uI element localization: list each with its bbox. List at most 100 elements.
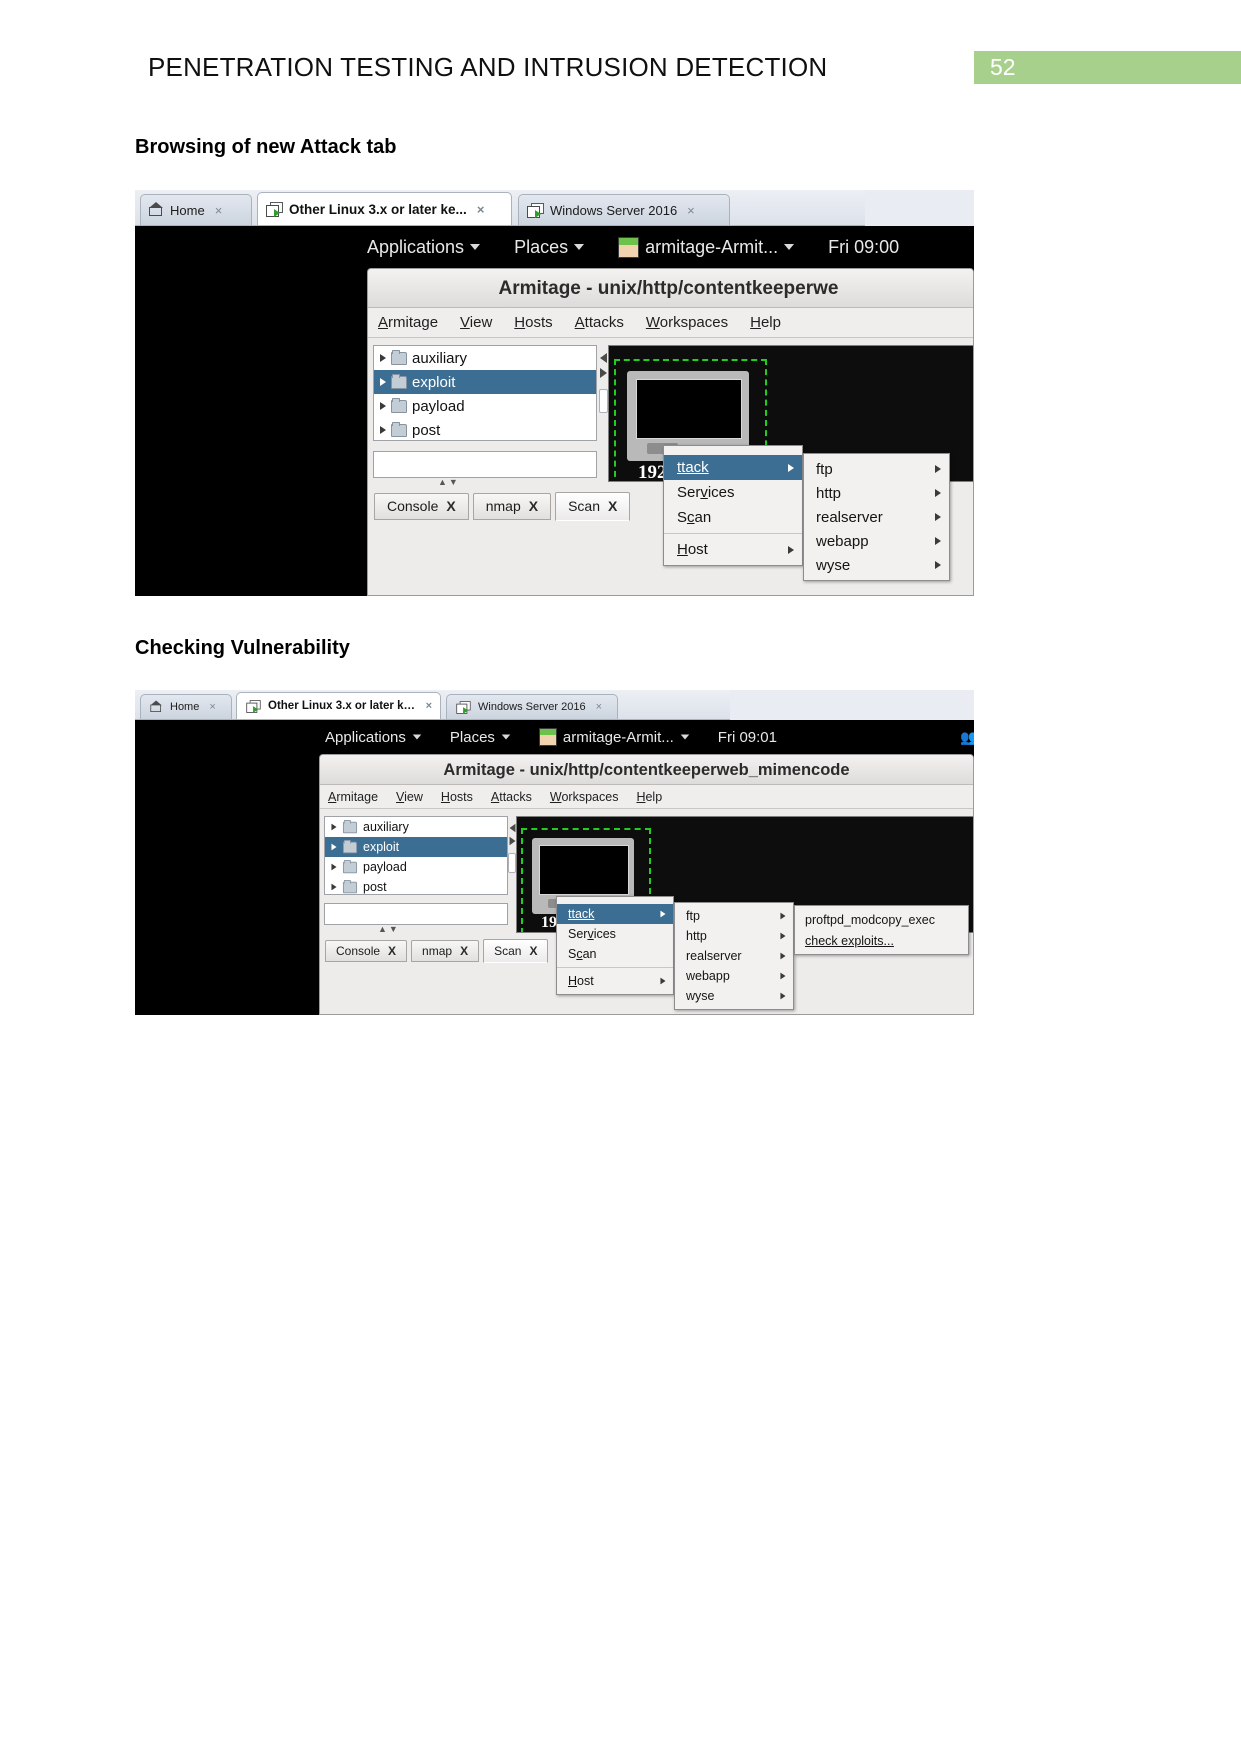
gnome-clock[interactable]: Fri 09:01 (718, 729, 777, 746)
close-icon[interactable]: × (473, 202, 485, 217)
submenu-item-check-exploits[interactable]: check exploits... (795, 930, 968, 951)
close-icon[interactable]: X (529, 498, 538, 514)
gnome-app-menu[interactable]: armitage-Armit... (618, 236, 795, 258)
module-search-input[interactable] (324, 903, 508, 925)
app-name-label: armitage-Armit... (645, 236, 779, 257)
menu-workspaces[interactable]: Workspaces (646, 314, 728, 331)
splitter-handle[interactable]: ▲▼ (378, 924, 400, 934)
chevron-right-icon (780, 932, 786, 940)
people-icon[interactable]: 👥 (960, 729, 974, 746)
context-menu-item-host[interactable]: Host (664, 537, 802, 562)
close-icon[interactable]: X (388, 944, 396, 958)
tree-item-auxiliary[interactable]: auxiliary (374, 346, 596, 370)
menu-help[interactable]: Help (636, 790, 662, 804)
splitter-collapse-right-icon[interactable] (600, 368, 607, 378)
submenu-item-proftpd-modcopy-exec[interactable]: proftpd_modcopy_exec (795, 909, 968, 930)
tree-item-label: auxiliary (412, 349, 468, 367)
module-tree[interactable]: auxiliary exploit payload post (324, 816, 508, 895)
close-icon[interactable]: X (529, 944, 537, 958)
context-menu-item-attack[interactable]: ttack (664, 455, 802, 480)
tree-item-payload[interactable]: payload (374, 394, 596, 418)
tree-item-exploit[interactable]: exploit (374, 370, 596, 394)
close-icon[interactable]: × (422, 700, 432, 712)
submenu-item-http[interactable]: http (675, 926, 793, 946)
context-menu-item-scan[interactable]: Scan (557, 944, 673, 964)
console-tab-nmap[interactable]: nmap X (411, 939, 480, 962)
console-tab-nmap[interactable]: nmap X (472, 492, 552, 520)
vmware-tab-windows-server[interactable]: Windows Server 2016 × (518, 194, 730, 225)
tree-item-post[interactable]: post (325, 877, 507, 894)
console-tab-console[interactable]: Console X (374, 492, 469, 520)
context-menu-item-attack[interactable]: ttack (557, 904, 673, 924)
menu-attacks[interactable]: Attacks (575, 314, 624, 331)
context-menu-item-services[interactable]: Services (664, 480, 802, 505)
menu-hosts[interactable]: Hosts (441, 790, 473, 804)
vmware-tab-home[interactable]: Home × (140, 694, 232, 719)
module-tree[interactable]: auxiliary exploit payload post (373, 345, 597, 441)
chevron-down-icon (501, 734, 511, 740)
splitter-collapse-left-icon[interactable] (509, 823, 516, 833)
context-menu-item-host[interactable]: Host (557, 971, 673, 991)
splitter-grip[interactable] (599, 389, 608, 413)
menu-workspaces[interactable]: Workspaces (550, 790, 619, 804)
splitter-collapse-left-icon[interactable] (600, 353, 607, 363)
submenu-item-webapp[interactable]: webapp (675, 966, 793, 986)
menu-item-label: Host (568, 974, 594, 988)
home-icon (149, 202, 164, 217)
context-menu-item-services[interactable]: Services (557, 924, 673, 944)
menu-attacks[interactable]: Attacks (491, 790, 532, 804)
submenu-item-ftp[interactable]: ftp (675, 906, 793, 926)
close-icon[interactable]: × (211, 203, 223, 218)
submenu-item-wyse[interactable]: wyse (675, 986, 793, 1006)
gnome-top-panel: Applications Places armitage-Armit... Fr… (135, 226, 974, 268)
gnome-applications-menu[interactable]: Applications (367, 237, 481, 258)
submenu-item-realserver[interactable]: realserver (675, 946, 793, 966)
module-search-input[interactable] (373, 451, 597, 478)
submenu-item-ftp[interactable]: ftp (804, 457, 949, 481)
menu-view[interactable]: View (460, 314, 492, 331)
close-icon[interactable]: X (608, 498, 617, 514)
tab-label: Windows Server 2016 (550, 202, 678, 218)
submenu-item-http[interactable]: http (804, 481, 949, 505)
close-icon[interactable]: × (205, 701, 215, 713)
tree-item-payload[interactable]: payload (325, 857, 507, 877)
submenu-item-realserver[interactable]: realserver (804, 505, 949, 529)
tree-item-exploit[interactable]: exploit (325, 837, 507, 857)
splitter-collapse-right-icon[interactable] (509, 836, 516, 846)
gnome-places-menu[interactable]: Places (514, 237, 585, 258)
close-icon[interactable]: × (592, 701, 602, 713)
menu-item-label: Scan (568, 947, 597, 961)
vmware-tab-other-linux[interactable]: Other Linux 3.x or later ke... × (257, 192, 512, 225)
tree-item-auxiliary[interactable]: auxiliary (325, 817, 507, 837)
menu-item-label: Services (677, 484, 735, 501)
splitter-handle[interactable]: ▲▼ (438, 477, 460, 487)
context-menu-item-scan[interactable]: Scan (664, 505, 802, 530)
close-icon[interactable]: X (460, 944, 468, 958)
menu-armitage[interactable]: Armitage (378, 314, 438, 331)
chevron-right-icon (331, 843, 337, 851)
menu-item-label: wyse (686, 989, 715, 1003)
vmware-tab-windows-server[interactable]: Windows Server 2016 × (446, 694, 618, 719)
menu-hosts[interactable]: Hosts (514, 314, 552, 331)
gnome-clock[interactable]: Fri 09:00 (828, 237, 899, 258)
menu-help[interactable]: Help (750, 314, 781, 331)
chevron-right-icon (380, 426, 386, 434)
console-tab-scan[interactable]: Scan X (483, 938, 549, 963)
tree-item-label: payload (363, 860, 407, 874)
splitter-grip[interactable] (508, 853, 516, 873)
tree-item-post[interactable]: post (374, 418, 596, 440)
gnome-applications-menu[interactable]: Applications (325, 729, 422, 746)
tab-label: Scan (494, 943, 522, 958)
menu-view[interactable]: View (396, 790, 423, 804)
gnome-app-menu[interactable]: armitage-Armit... (538, 728, 690, 746)
console-tab-scan[interactable]: Scan X (555, 491, 631, 521)
submenu-item-wyse[interactable]: wyse (804, 553, 949, 577)
vmware-tab-home[interactable]: Home × (140, 194, 252, 225)
close-icon[interactable]: X (446, 498, 455, 514)
menu-armitage[interactable]: Armitage (328, 790, 378, 804)
console-tab-console[interactable]: Console X (325, 939, 408, 962)
gnome-places-menu[interactable]: Places (450, 729, 511, 746)
close-icon[interactable]: × (683, 203, 695, 218)
submenu-item-webapp[interactable]: webapp (804, 529, 949, 553)
vmware-tab-other-linux[interactable]: Other Linux 3.x or later ke... × (236, 692, 441, 719)
